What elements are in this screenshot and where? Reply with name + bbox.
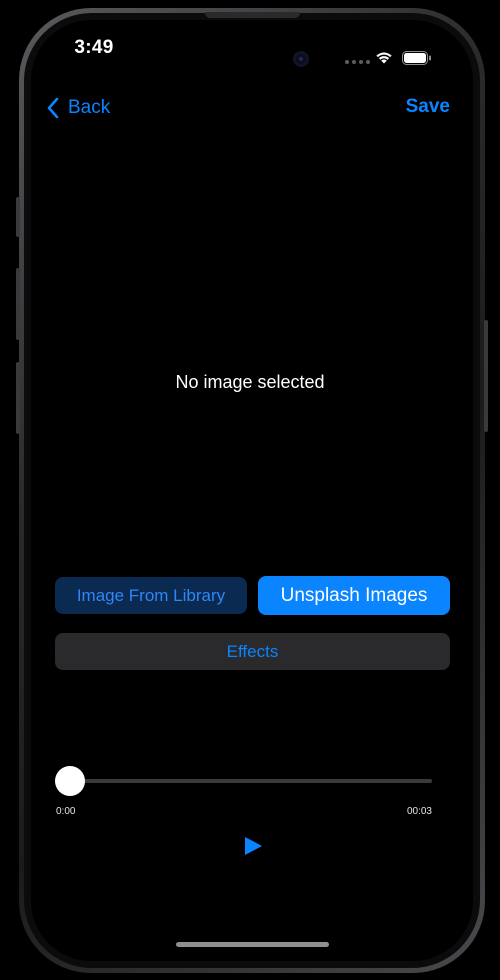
wifi-icon: [376, 52, 392, 64]
cellular-signal-icon: [345, 60, 370, 64]
no-image-placeholder: No image selected: [175, 372, 325, 392]
playback-slider-track[interactable]: [70, 779, 432, 783]
effects-button[interactable]: Effects: [55, 633, 450, 670]
battery-icon: [402, 51, 431, 65]
unsplash-images-label: Unsplash Images: [280, 584, 428, 606]
effects-label: Effects: [226, 641, 279, 661]
save-button[interactable]: Save: [406, 96, 450, 118]
speaker-bar: [205, 12, 300, 18]
chevron-left-icon: [47, 97, 59, 119]
front-camera-icon: [293, 51, 309, 67]
action-button: [16, 197, 20, 237]
duration-label: 00:03: [406, 806, 432, 817]
back-button[interactable]: Back: [46, 95, 110, 121]
volume-up-button: [16, 268, 20, 340]
screen: [31, 20, 473, 961]
status-time: 3:49: [74, 37, 114, 58]
play-icon[interactable]: [240, 834, 266, 858]
current-time-label: 0:00: [56, 806, 76, 817]
home-indicator[interactable]: [176, 942, 329, 947]
playback-slider-thumb[interactable]: [55, 766, 85, 796]
image-from-library-label: Image From Library: [76, 585, 226, 605]
unsplash-images-button[interactable]: Unsplash Images: [258, 576, 450, 615]
image-from-library-button[interactable]: Image From Library: [55, 577, 247, 614]
screenshot: 3:49 Back Save No image selected Image F…: [0, 0, 500, 980]
back-label: Back: [68, 97, 111, 118]
